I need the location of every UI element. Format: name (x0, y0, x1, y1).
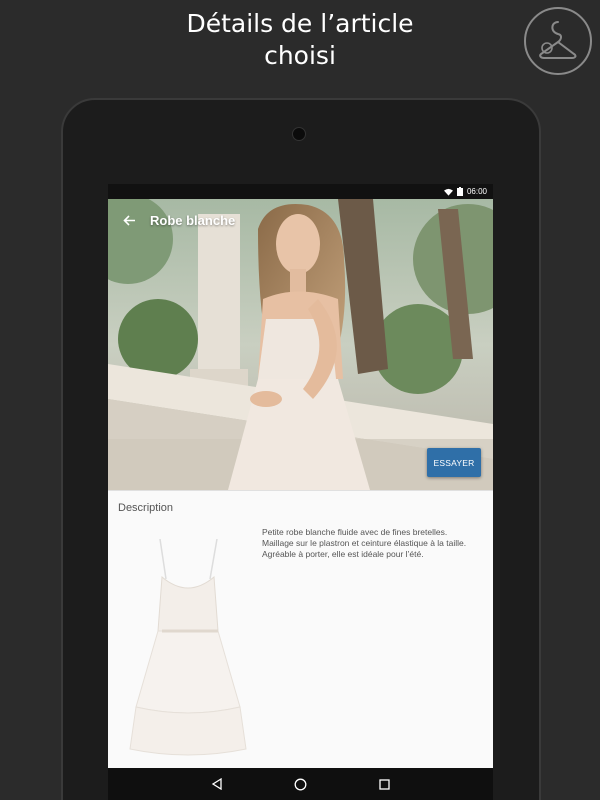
description-line: Petite robe blanche fluide avec de fines… (262, 527, 448, 537)
headline-line-1: Détails de l’article (186, 9, 414, 38)
page-title: Robe blanche (150, 212, 236, 228)
device-screen: 06:00 Robe blanche ESSAYER Description P… (108, 184, 493, 800)
back-triangle-icon[interactable] (209, 776, 225, 792)
description-text: Petite robe blanche fluide avec de fines… (262, 527, 488, 560)
try-on-button[interactable]: ESSAYER (427, 448, 481, 477)
wifi-icon (443, 188, 453, 196)
front-camera (292, 127, 306, 141)
headline-line-2: choisi (264, 41, 336, 70)
system-nav-bar (108, 768, 493, 800)
home-circle-icon[interactable] (293, 776, 309, 792)
battery-icon (456, 187, 463, 196)
product-image (122, 538, 252, 759)
recents-square-icon[interactable] (377, 776, 393, 792)
status-time: 06:00 (466, 187, 487, 196)
description-line: Agréable à porter, elle est idéale pour … (262, 549, 424, 559)
page-headline: Détails de l’article choisi (0, 8, 600, 72)
app-bar: Robe blanche (108, 199, 493, 241)
status-bar: 06:00 (108, 184, 493, 199)
arrow-left-icon (122, 214, 135, 226)
description-card: Description Petite robe blanche fluide a… (108, 490, 493, 768)
description-heading: Description (118, 502, 174, 514)
product-hero-photo (108, 199, 493, 490)
hanger-logo-icon (519, 2, 597, 80)
back-button[interactable] (108, 199, 150, 241)
description-line: Maillage sur le plastron et ceinture éla… (262, 538, 467, 548)
